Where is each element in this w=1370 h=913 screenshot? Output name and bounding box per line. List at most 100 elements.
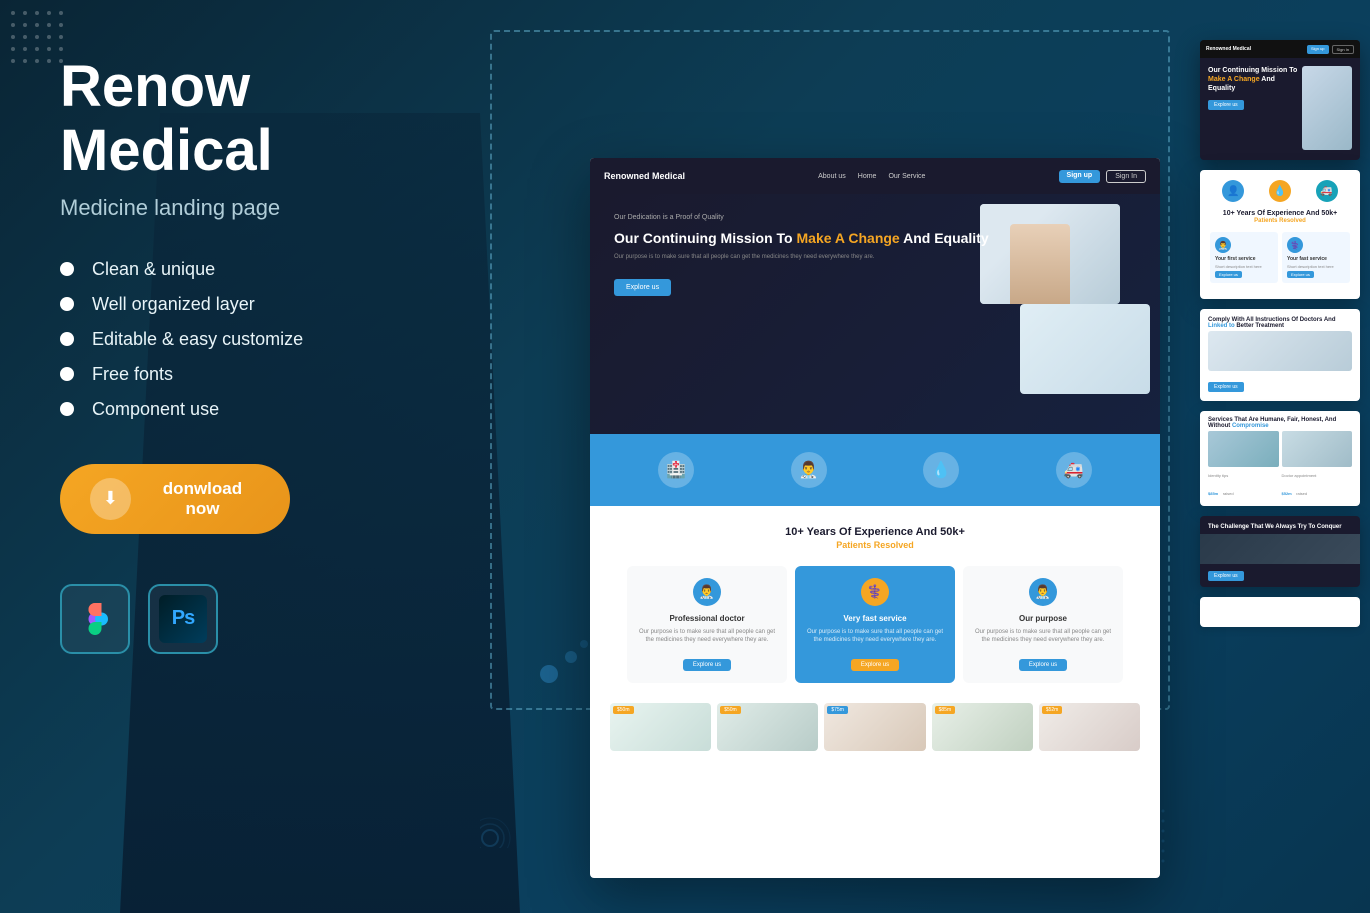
comply-highlight: Linked to [1208,323,1235,329]
service-icon-2: ⚕️ [861,578,889,606]
signup-btn[interactable]: Sign up [1059,170,1101,183]
stats-bar: 🏥 👨‍⚕️ 💧 🚑 [590,434,1160,506]
comply-section: Comply With All Instructions Of Doctors … [1200,309,1360,401]
download-label: donwload now [145,479,260,519]
rs-experience-title: 10+ Years Of Experience And 50k+ [1210,210,1350,217]
rs-card-desc-1: Short description text here [1215,264,1273,269]
comply-btn[interactable]: Explore us [1208,382,1244,392]
preview-navbar: Renowned Medical About us Home Our Servi… [590,158,1160,194]
badge-3: $75m [827,706,848,714]
features-list: Clean & unique Well organized layer Edit… [60,259,470,420]
challenge-title: The Challenge That We Always Try To Conq… [1200,516,1360,534]
services-section-title: Services That Are Humane, Fair, Honest, … [1200,411,1360,431]
right-sidebar-panel: Renowned Medical Sign up Sign In Our Con… [1200,40,1360,627]
main-preview-mockup: Renowned Medical About us Home Our Servi… [590,158,1160,878]
badge-1: $50m [613,706,634,714]
feature-label-2: Well organized layer [92,294,255,315]
mini-hero-text: Our Continuing Mission To Make A Change … [1208,66,1302,150]
mini-nav: Renowned Medical Sign up Sign In [1200,40,1360,58]
strip-image-4: $85m [932,703,1033,751]
strip-image-3: $75m [824,703,925,751]
service-label-1: Identity tips [1208,473,1279,478]
mini-hero-card: Renowned Medical Sign up Sign In Our Con… [1200,40,1360,160]
feature-label-4: Free fonts [92,364,173,385]
service-card-2: ⚕️ Very fast service Our purpose is to m… [795,566,955,683]
rs-card-2: ⚕️ Your fast service Short description t… [1282,232,1350,283]
challenge-image [1200,534,1360,564]
service-title-3: Our purpose [973,614,1113,623]
mini-signin[interactable]: Sign In [1332,45,1354,54]
feature-item-2: Well organized layer [60,294,470,315]
comply-image [1208,331,1352,371]
service-btn-2[interactable]: Explore us [851,659,899,671]
challenge-btn[interactable]: Explore us [1208,571,1244,581]
bullet-1 [60,262,74,276]
bullet-5 [60,402,74,416]
nav-link-home: Home [858,173,877,180]
rs-card-icon-1: 👨‍⚕️ [1215,237,1231,253]
preview-nav-buttons: Sign up Sign In [1059,170,1146,183]
service-card-1: 👨‍⚕️ Professional doctor Our purpose is … [627,566,787,683]
badge-2: $50m [720,706,741,714]
strip-image-1: $50m [610,703,711,751]
rs-card-btn-2[interactable]: Explore us [1287,271,1314,278]
service-desc-3: Our purpose is to make sure that all peo… [973,628,1113,645]
hero-explore-btn[interactable]: Explore us [614,279,671,296]
nav-link-service: Our Service [888,173,925,180]
signin-btn[interactable]: Sign In [1106,170,1146,183]
experience-section: 10+ Years Of Experience And 50k+ Patient… [590,506,1160,703]
service-btn-3[interactable]: Explore us [1019,659,1067,671]
service-btn-1[interactable]: Explore us [683,659,731,671]
left-panel: Renow Medical Medicine landing page Clea… [0,0,530,913]
service-title-2: Very fast service [805,614,945,623]
feature-item-4: Free fonts [60,364,470,385]
bullet-3 [60,332,74,346]
mini-nav-buttons: Sign up Sign In [1307,45,1354,54]
figma-icon [76,600,114,638]
feature-item-3: Editable & easy customize [60,329,470,350]
main-title: Renow Medical [60,55,470,183]
services-labels: Identity tips Doctor appointment [1200,473,1360,482]
mini-signup[interactable]: Sign up [1307,45,1329,54]
feature-item-5: Component use [60,399,470,420]
experience-title: 10+ Years Of Experience And 50k+ [614,526,1136,538]
rs-icon-person: 👤 [1222,180,1244,202]
figma-icon-box [60,584,130,654]
bullet-2 [60,297,74,311]
feature-label-5: Component use [92,399,219,420]
num-tag-2: $52m raised [1282,482,1353,500]
photoshop-icon: Ps [159,595,207,643]
hero-title-part2: And Equality [900,230,989,246]
strip-image-5: $52m [1039,703,1140,751]
services-img-1 [1208,431,1279,467]
badge-4: $85m [935,706,956,714]
download-icon: ⬇ [90,478,131,520]
comply-title: Comply With All Instructions Of Doctors … [1208,317,1352,329]
rs-icons-row: 👤 💧 🚑 [1210,180,1350,202]
rs-card-label-1: Your first service [1215,256,1273,262]
rs-card-btn-1[interactable]: Explore us [1215,271,1242,278]
challenge-section: The Challenge That We Always Try To Conq… [1200,516,1360,587]
rs-icon-drop: 💧 [1269,180,1291,202]
preview-brand: Renowned Medical [604,171,685,181]
mini-explore-btn[interactable]: Explore us [1208,100,1244,110]
mini-hero-body: Our Continuing Mission To Make A Change … [1200,58,1360,158]
download-button[interactable]: ⬇ donwload now [60,464,290,534]
rs-card-row: 👨‍⚕️ Your first service Short descriptio… [1210,232,1350,283]
service-icon-1: 👨‍⚕️ [693,578,721,606]
service-label-2: Doctor appointment [1282,473,1353,478]
rs-card-label-2: Your fast service [1287,256,1345,262]
hero-title-part1: Our Continuing Mission To [614,230,797,246]
right-stats-panel: 👤 💧 🚑 10+ Years Of Experience And 50k+ P… [1200,170,1360,299]
photoshop-icon-box: Ps [148,584,218,654]
preview-nav-links: About us Home Our Service [818,173,925,180]
tool-icons-container: Ps [60,584,470,654]
mini-hero-title: Our Continuing Mission To Make A Change … [1208,66,1302,93]
services-block: Services That Are Humane, Fair, Honest, … [1200,411,1360,506]
subtitle: Medicine landing page [60,195,470,221]
stat-icon-doctor: 👨‍⚕️ [791,452,827,488]
preview-hero: Our Dedication is a Proof of Quality Our… [590,194,1160,434]
rs-card-desc-2: Short description text here [1287,264,1345,269]
rs-card-1: 👨‍⚕️ Your first service Short descriptio… [1210,232,1278,283]
feature-label-1: Clean & unique [92,259,215,280]
